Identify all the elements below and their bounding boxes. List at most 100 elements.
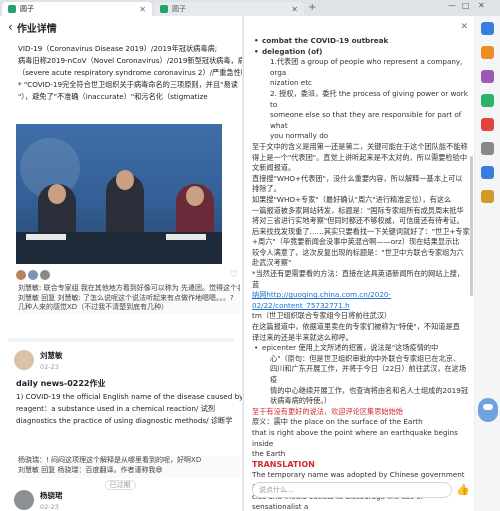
- note-line: tm（世卫组织联合专家组今日将前往武汉）: [252, 311, 392, 321]
- post-date: 02-23: [40, 503, 59, 511]
- page-header: ‹ 作业详情: [0, 16, 242, 38]
- app-icon[interactable]: [481, 190, 494, 203]
- post-line: reagent：a substance used in a chemical r…: [16, 404, 215, 413]
- expired-label: 已过期: [104, 480, 136, 490]
- note-line: 文新闻报道。: [252, 163, 296, 173]
- name-plate: [166, 234, 206, 240]
- scrollbar[interactable]: [470, 156, 473, 296]
- page-title: 作业详情: [16, 23, 57, 35]
- comment-line: 刘慧敏 回复 杨骁瑞：百度翻译。作者谨称我😄: [18, 465, 163, 474]
- note-line: 后来找找发现重了……其实只要看找一下关键词就好了："世卫+专家: [252, 226, 470, 236]
- note-line: TRANSLATION: [252, 459, 315, 469]
- note-line: 2. 授权，委派，委托 the process of giving power …: [270, 88, 468, 109]
- note-line: nization etc: [270, 78, 312, 88]
- avatar: [40, 270, 50, 280]
- comment-line: 几种人来的感觉XD（不过我不清楚到底有几种）: [18, 303, 169, 311]
- note-line: 如果搜"WHO+专家"（最好确认"周六"进行精准定位），有这么: [252, 194, 452, 204]
- post-line: 1) COVID-19 the official English name of…: [16, 392, 242, 401]
- comment-line: 刘慧敏: 联合专家组 我在其他地方看到好像可以称为 先遣团。觉得这个名: [18, 284, 240, 292]
- person-head: [116, 170, 134, 190]
- note-line[interactable]: 纳网http://guoqing.china.com.cn/2020-02/22…: [252, 290, 470, 311]
- note-line: 心"（原句：但是世卫组织审批的中外联合专家组已在北京、: [270, 353, 461, 363]
- avatar: [28, 270, 38, 280]
- note-line: 1.代表团 a group of people who represent a …: [270, 57, 463, 77]
- app-icon[interactable]: [481, 142, 494, 155]
- app-icon[interactable]: [481, 22, 494, 35]
- avatar: [14, 350, 34, 370]
- article-line: 病毒旧称2019-nCoV（Novel Coronavirus）/2019新型冠…: [18, 56, 242, 65]
- note-line: 排除了。: [252, 184, 281, 194]
- tab-label: 圆子: [172, 5, 186, 13]
- post-date: 02-23: [40, 363, 59, 371]
- note-line: 状病毒病的特使。）: [270, 396, 332, 406]
- assignment-detail-pane: ‹ 作业详情 VID-19（Coronavirus Disease 2019）/…: [0, 16, 242, 511]
- note-line: 得上是一个"代表团"。直觉上讲听起来是不太对的，所以需要检验中: [252, 152, 468, 162]
- note-line: you normally do: [270, 131, 329, 141]
- article-line: （severe acute respiratory syndrome coron…: [18, 68, 242, 77]
- new-tab-icon[interactable]: +: [308, 2, 316, 13]
- avatar: [16, 270, 26, 280]
- note-line: that is right above the point where an e…: [252, 427, 458, 448]
- close-tab-icon[interactable]: ✕: [291, 5, 298, 14]
- like-heart-icon[interactable]: ♡: [230, 270, 238, 280]
- back-arrow-icon[interactable]: ‹: [8, 20, 13, 34]
- note-line: epicenter 使用上文所述的招置，说法是"这场疫情的中: [252, 343, 470, 354]
- liker-avatars[interactable]: [16, 270, 50, 280]
- tab-yuanzi-active[interactable]: 圆子 ✕: [2, 2, 152, 16]
- app-favicon-icon: [160, 5, 168, 13]
- tab-yuanzi-inactive[interactable]: 圆子 ✕: [154, 2, 304, 16]
- post-line: diagnostics the practice of using diagno…: [16, 416, 233, 425]
- note-line: 情的中心继续开展工作，也查询将由名和名人士组成的2019冠: [270, 385, 468, 395]
- thumbs-up-icon[interactable]: 👍: [456, 483, 470, 496]
- app-icon[interactable]: [481, 118, 494, 131]
- close-pane-icon[interactable]: ✕: [460, 22, 468, 32]
- browser-tab-bar: 圆子 ✕ 圆子 ✕ + — □ ✕: [0, 0, 500, 16]
- note-line: 至于有没有更好的说法，欢迎评论区集思始始始: [252, 406, 403, 416]
- app-icon[interactable]: [481, 70, 494, 83]
- author-name: 杨骁珺: [40, 491, 63, 500]
- author-name: 刘慧敏: [40, 351, 63, 360]
- post-author[interactable]: 杨骁珺 02-23: [14, 490, 63, 511]
- avatar: [14, 490, 34, 510]
- notes-body: combat the COVID-19 outbreakdelegation (…: [252, 36, 470, 511]
- note-line: someone else so that they are responsibl…: [270, 110, 462, 130]
- app-favicon-icon: [8, 5, 16, 13]
- minimize-icon[interactable]: —: [448, 1, 456, 10]
- note-line: *当然还有更需要看的方法：直接在这具英语新闻所在的网站上搜，蓝: [252, 269, 465, 289]
- post-author[interactable]: 刘慧敏 02-23: [14, 350, 63, 371]
- post-title: daily news-0222作业: [16, 379, 106, 388]
- comment-input-placeholder: 说点什么...: [259, 486, 294, 494]
- note-line: combat the COVID-19 outbreak: [252, 36, 470, 47]
- person-head: [186, 186, 204, 206]
- press-conference-photo[interactable]: [16, 124, 222, 264]
- note-line: 译过来的还是半来就这么称呼。: [252, 332, 353, 342]
- note-line: the Earth: [252, 449, 286, 459]
- assistant-robot-icon[interactable]: [478, 398, 498, 422]
- article-notes-pane: ✕ combat the COVID-19 outbreakdelegation…: [243, 16, 474, 511]
- comment-thread: 杨骁瑞：! 闷闷这项理这个解释是从哪里看到的呢，好啊XD 刘慧敏 回复 杨骁瑞：…: [18, 456, 240, 478]
- note-line: 四川和广东开展工作，并将于今日（22日）前往武汉，在这场疫: [270, 364, 467, 384]
- window-close-icon[interactable]: ✕: [478, 1, 485, 10]
- comment-line: 杨骁瑞：! 闷闷这项理这个解释是从哪里看到的呢，好啊XD: [18, 456, 202, 464]
- note-line: 至于文中的含义是用第一还是第二，关键可能在于这个团队能不能称: [252, 141, 468, 151]
- note-line: 赴武汉考察": [252, 258, 292, 268]
- comment-input[interactable]: 说点什么...: [252, 482, 452, 498]
- close-tab-icon[interactable]: ✕: [139, 5, 146, 14]
- article-line: "），避免了"不准确（inaccurate）"和污名化（stigmatize: [18, 92, 208, 101]
- maximize-icon[interactable]: □: [462, 1, 470, 10]
- note-line: 较令人满意了，这次反复出现的标题是："世卫中方联合专家组为六: [252, 247, 464, 257]
- note-line: delegation (of): [252, 47, 470, 58]
- name-plate: [26, 234, 66, 240]
- comment-line: 刘慧敏 回复 刘慧敏: 了怎么说呢这个说法听起来有点做作地嗯嗯。。。?: [18, 293, 234, 302]
- note-line: 原义：震中 the place on the surface of the Ea…: [252, 417, 423, 427]
- note-line: 将对三省进行实地考察"但同时都还不够权威，可信度还有待考证。: [252, 216, 464, 226]
- note-line: 一篇报道被多家网站转发，标题是："国际专家组所有成员周末抵华: [252, 205, 464, 215]
- side-toolbar: [475, 16, 500, 511]
- app-icon[interactable]: [481, 46, 494, 59]
- comment-thread: 刘慧敏: 联合专家组 我在其他地方看到好像可以称为 先遣团。觉得这个名 刘慧敏 …: [18, 284, 240, 314]
- note-line: +周六"（毕竟要新闻会没事中英混合啊——orz）现在结果显示比: [252, 237, 460, 247]
- divider: [8, 338, 234, 342]
- app-icon[interactable]: [481, 94, 494, 107]
- note-line: 在这篇报道中，依据道里卖在的专家们被称为"特使"，不知道是直: [252, 322, 460, 332]
- app-icon[interactable]: [481, 166, 494, 179]
